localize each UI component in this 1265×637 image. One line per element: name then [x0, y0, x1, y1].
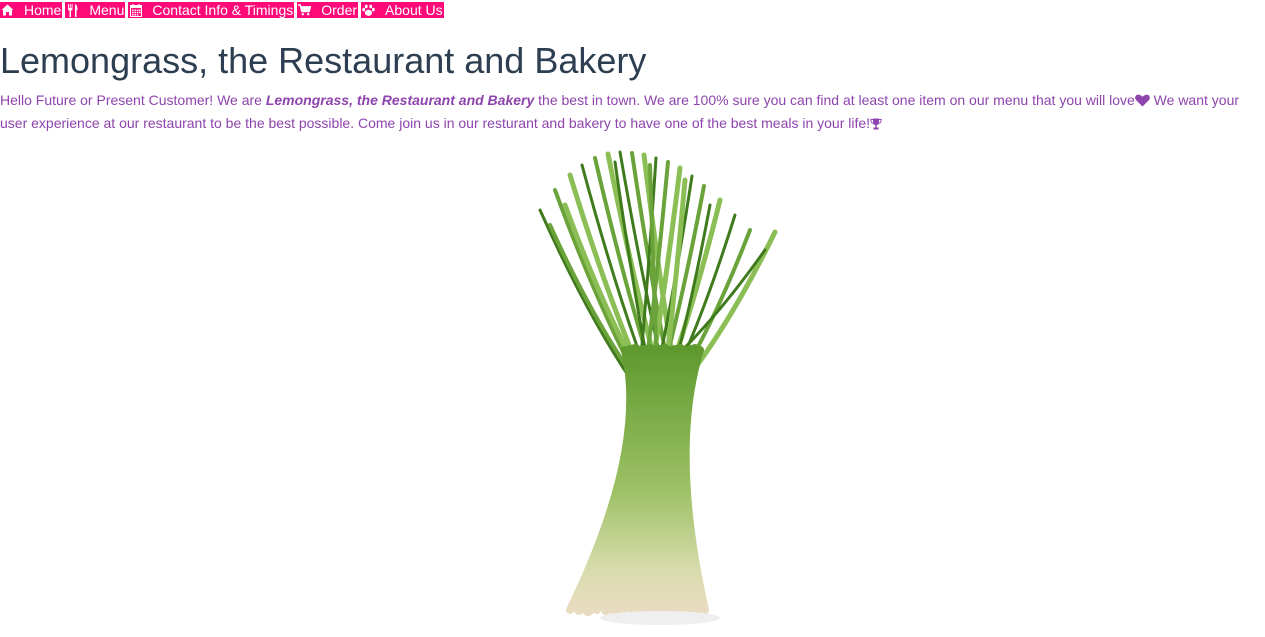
cutlery-icon [66, 3, 79, 17]
nav-contact-link[interactable]: Contact Info & Timings [128, 2, 295, 18]
nav-menu-link[interactable]: Menu [65, 2, 126, 18]
nav-home-label: Home [24, 2, 62, 18]
trophy-icon [870, 115, 882, 136]
nav-home-link[interactable]: Home [0, 2, 63, 18]
intro-text-start: Hello Future or Present Customer! We are [0, 92, 266, 108]
paw-icon [362, 4, 375, 17]
cart-icon [298, 4, 312, 17]
nav-contact-label: Contact Info & Timings [152, 2, 294, 18]
intro-paragraph: Hello Future or Present Customer! We are… [0, 90, 1265, 136]
heart-icon [1134, 92, 1150, 113]
intro-text-middle: the best in town. We are 100% sure you c… [534, 92, 1135, 108]
nav-order-label: Order [321, 2, 358, 18]
page-title: Lemongrass, the Restaurant and Bakery [0, 40, 647, 81]
lemongrass-bundle-image [520, 150, 800, 632]
main-navbar: Home Menu Contact Info & Timings Order A… [0, 2, 444, 18]
home-icon [1, 4, 14, 17]
nav-menu-label: Menu [89, 2, 125, 18]
calendar-icon [129, 3, 142, 17]
restaurant-name: Lemongrass, the Restaurant and Bakery [265, 92, 535, 108]
nav-about-label: About Us [385, 2, 443, 18]
nav-about-link[interactable]: About Us [361, 2, 444, 18]
nav-order-link[interactable]: Order [297, 2, 359, 18]
